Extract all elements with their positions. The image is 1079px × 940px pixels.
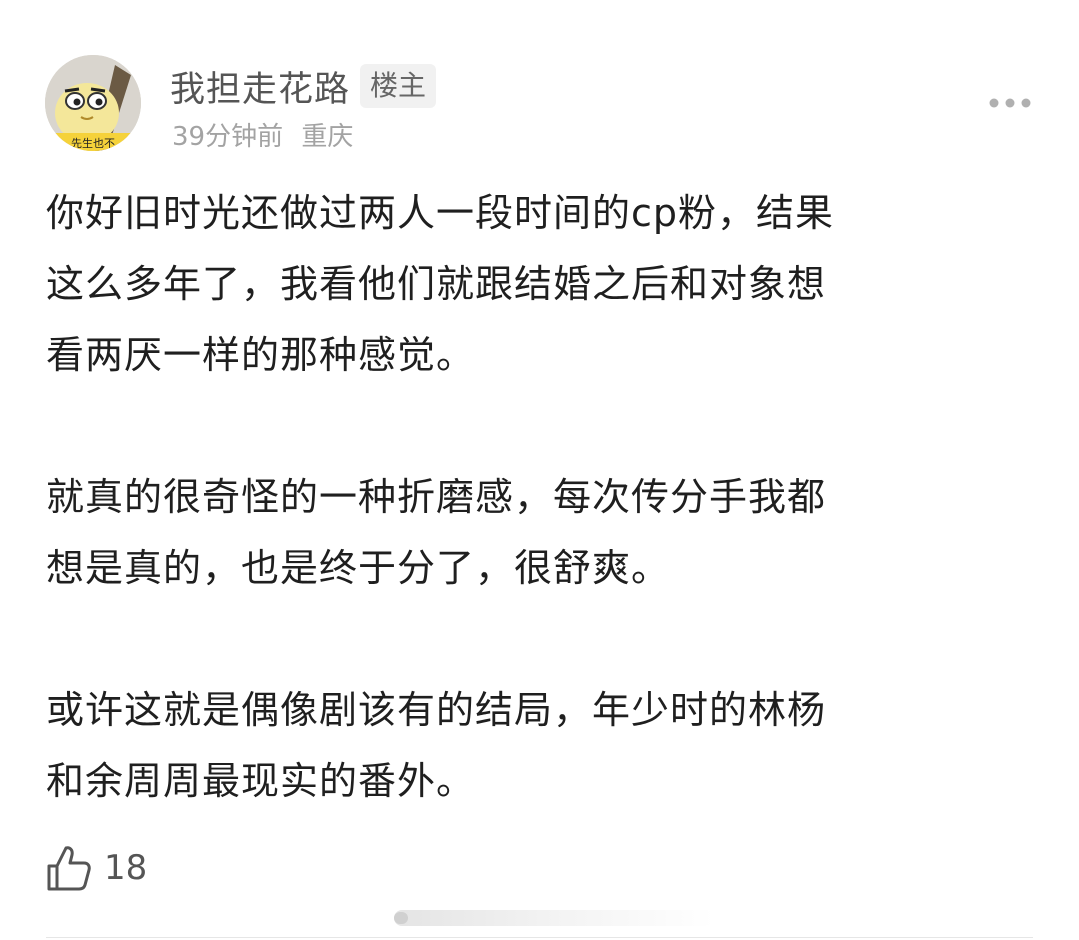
scroll-indicator-graphic (394, 910, 714, 926)
author-name[interactable]: 我担走花路 (170, 61, 350, 112)
divider (46, 937, 1033, 938)
post-paragraph: 就真的很奇怪的一种折磨感，每次传分手我都 想是真的，也是终于分了，很舒爽。 (46, 475, 827, 590)
author-row: 我担走花路 楼主 (170, 60, 437, 112)
like-count: 18 (104, 848, 148, 888)
like-button[interactable]: 18 (46, 842, 147, 894)
avatar[interactable]: …先生也不… (45, 55, 141, 151)
more-options-button[interactable] (984, 90, 1036, 116)
post-content: 你好旧时光还做过两人一段时间的cp粉，结果 这么多年了，我看他们就跟结婚之后和对… (46, 178, 1031, 888)
comment-card: …先生也不… 我担走花路 楼主 39分钟前 重庆 你好旧时光还做过两人一段时间的… (0, 0, 1079, 940)
scroll-indicator[interactable] (394, 906, 714, 930)
avatar-caption: …先生也不… (60, 136, 126, 150)
post-meta: 39分钟前 重庆 (172, 116, 353, 153)
post-time: 39分钟前 (172, 122, 284, 152)
post-location: 重庆 (301, 122, 354, 152)
thumbs-up-icon (47, 846, 91, 891)
more-dots-icon (989, 98, 1031, 108)
post-paragraph: 或许这就是偶像剧该有的结局，年少时的林杨 和余周周最现实的番外。 (46, 688, 827, 803)
post-paragraph: 你好旧时光还做过两人一段时间的cp粉，结果 这么多年了，我看他们就跟结婚之后和对… (46, 191, 835, 377)
avatar-image: …先生也不… (45, 55, 141, 151)
op-badge: 楼主 (360, 64, 437, 108)
